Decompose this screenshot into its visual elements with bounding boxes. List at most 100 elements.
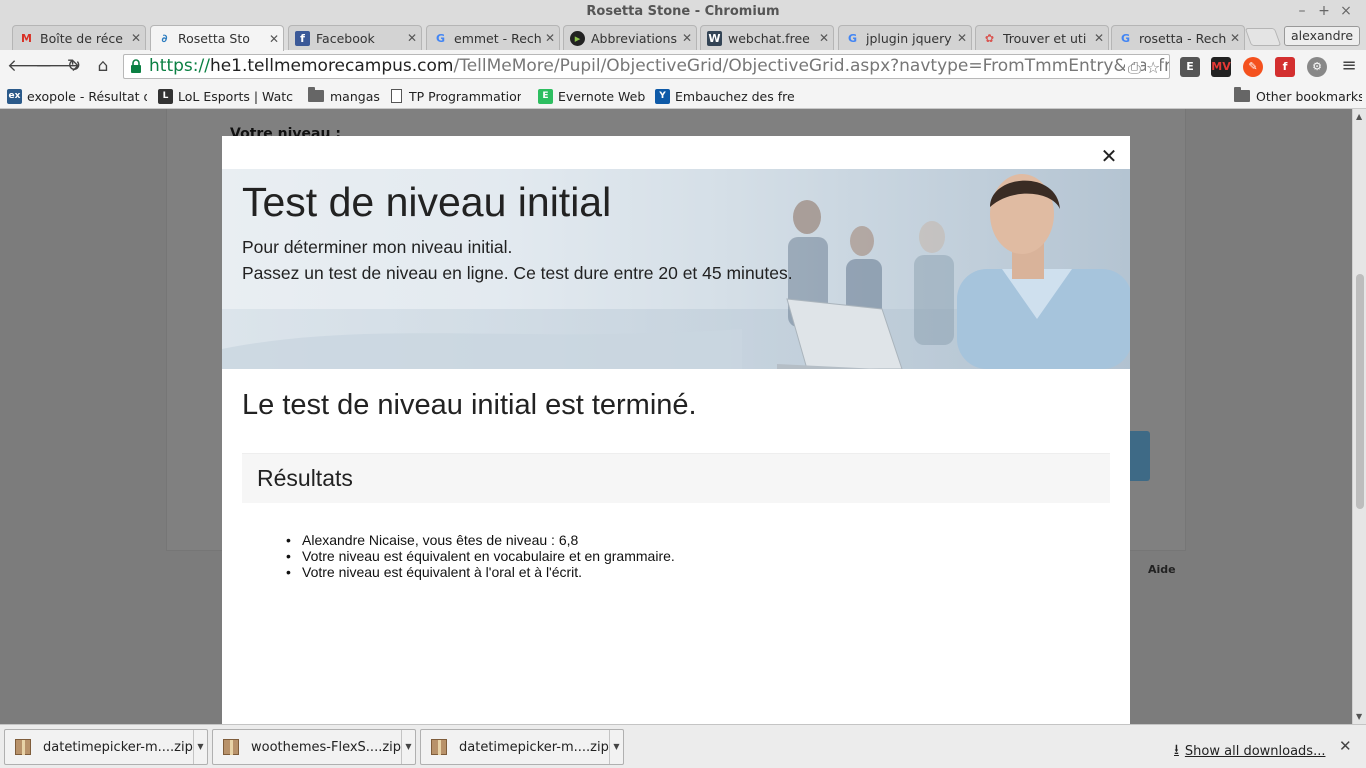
url-host: he1.tellmemorecampus.com xyxy=(209,56,454,76)
tab-close-icon[interactable]: ✕ xyxy=(953,31,971,45)
browser-toolbar: 🡐 🡒 ↻ ⌂ https://he1.tellmemorecampus.com… xyxy=(0,50,1366,83)
bookmark-tp-programmation[interactable]: TP Programmation xyxy=(391,86,521,106)
downloads-close-icon[interactable]: ✕ xyxy=(1339,737,1352,755)
maximize-button[interactable]: + xyxy=(1316,3,1332,19)
bookmark-freelance[interactable]: Y Embauchez des fre xyxy=(655,86,795,106)
reload-icon[interactable]: ↻ xyxy=(64,56,84,76)
bookmark-evernote[interactable]: E Evernote Web xyxy=(538,86,646,106)
tab-close-icon[interactable]: ✕ xyxy=(678,31,696,45)
webchat-icon: W xyxy=(707,30,722,46)
tab-label: jplugin jquery xyxy=(866,30,952,46)
download-menu-icon[interactable]: ▼ xyxy=(193,730,207,764)
forward-icon[interactable]: 🡒 xyxy=(35,56,81,76)
download-menu-icon[interactable]: ▼ xyxy=(609,730,623,764)
download-menu-icon[interactable]: ▼ xyxy=(401,730,415,764)
result-item: Alexandre Nicaise, vous êtes de niveau :… xyxy=(286,532,675,548)
flash-extension-icon[interactable]: f xyxy=(1275,57,1295,77)
results-header: Résultats xyxy=(242,453,1110,503)
tab-trouver[interactable]: ✿ Trouver et uti ✕ xyxy=(975,25,1109,50)
window-close-button[interactable]: × xyxy=(1338,3,1354,19)
tab-close-icon[interactable]: ✕ xyxy=(1090,31,1108,45)
address-bar[interactable]: https://he1.tellmemorecampus.com/TellMeM… xyxy=(123,54,1170,79)
url-text: https://he1.tellmemorecampus.com/TellMeM… xyxy=(149,55,1169,78)
tab-close-icon[interactable]: ✕ xyxy=(541,31,559,45)
tab-jplugin-search[interactable]: G jplugin jquery ✕ xyxy=(838,25,972,50)
download-item[interactable]: datetimepicker-m....zip ▼ xyxy=(420,729,624,765)
exopole-icon: ex xyxy=(7,88,22,104)
url-scheme: https:// xyxy=(149,56,210,76)
tab-label: Trouver et uti xyxy=(1003,30,1087,46)
tab-emmet-search[interactable]: G emmet - Rech ✕ xyxy=(426,25,560,50)
bookmark-label: Embauchez des fre xyxy=(675,88,795,104)
modal-close-button[interactable]: ✕ xyxy=(1099,146,1119,166)
profile-button[interactable]: alexandre xyxy=(1284,26,1361,46)
google-icon: G xyxy=(847,31,858,45)
bookmark-star-icon[interactable]: ☆ xyxy=(1146,56,1161,78)
facebook-icon: f xyxy=(295,30,310,46)
tab-gmail[interactable]: M Boîte de réce ✕ xyxy=(12,25,146,50)
new-tab-button[interactable] xyxy=(1244,28,1282,46)
download-arrow-icon: ⭳ xyxy=(1174,742,1179,758)
tab-facebook[interactable]: f Facebook ✕ xyxy=(288,25,422,50)
back-icon[interactable]: 🡐 xyxy=(7,56,53,76)
tab-webchat[interactable]: W webchat.free ✕ xyxy=(700,25,834,50)
bookmarks-bar: ex exopole - Résultat d L LoL Esports | … xyxy=(0,83,1366,109)
page-scrollbar[interactable]: ▲ ▼ xyxy=(1352,109,1366,724)
bookmark-label: LoL Esports | Watc xyxy=(178,88,293,104)
tab-label: Boîte de réce xyxy=(40,30,123,46)
other-bookmarks-label: Other bookmarks xyxy=(1256,88,1362,104)
archive-icon xyxy=(223,739,239,755)
level-test-modal: ✕ Test de niveau initial Pour déterminer… xyxy=(222,136,1130,724)
bookmark-exopole[interactable]: ex exopole - Résultat d xyxy=(7,86,147,106)
scroll-up-icon[interactable]: ▲ xyxy=(1356,112,1362,121)
freelance-icon: Y xyxy=(655,88,670,104)
downloads-bar: datetimepicker-m....zip ▼ woothemes-Flex… xyxy=(0,724,1366,768)
gmail-icon: M xyxy=(21,31,32,45)
home-icon[interactable]: ⌂ xyxy=(93,56,113,76)
tab-close-icon[interactable]: ✕ xyxy=(1226,31,1244,45)
google-icon: G xyxy=(435,31,446,45)
tab-close-icon[interactable]: ✕ xyxy=(127,31,145,45)
tab-close-icon[interactable]: ✕ xyxy=(815,31,833,45)
tab-rosetta-search[interactable]: G rosetta - Rech ✕ xyxy=(1111,25,1245,50)
folder-icon xyxy=(308,87,324,102)
tab-close-icon[interactable]: ✕ xyxy=(265,32,283,46)
tab-abbreviations[interactable]: ▸ Abbreviations ✕ xyxy=(563,25,697,50)
download-filename: woothemes-FlexS....zip xyxy=(251,739,401,755)
download-item[interactable]: woothemes-FlexS....zip ▼ xyxy=(212,729,416,765)
tab-label: rosetta - Rech xyxy=(1139,30,1226,46)
chrome-menu-icon[interactable]: ≡ xyxy=(1339,56,1359,76)
archive-icon xyxy=(431,739,447,755)
tab-close-icon[interactable]: ✕ xyxy=(403,31,421,45)
scroll-down-icon[interactable]: ▼ xyxy=(1356,712,1362,721)
tab-strip: M Boîte de réce ✕ ∂ Rosetta Sto ✕ f Face… xyxy=(0,24,1366,51)
google-icon: G xyxy=(1120,31,1131,45)
bookmark-folder-mangas[interactable]: mangas xyxy=(308,86,383,106)
mv-extension-icon[interactable]: MV xyxy=(1211,57,1231,77)
results-heading: Résultats xyxy=(257,465,353,491)
settings-extension-icon[interactable]: ⚙ xyxy=(1307,57,1327,77)
bookmark-lol-esports[interactable]: L LoL Esports | Watc xyxy=(158,86,293,106)
minimize-button[interactable]: – xyxy=(1294,3,1310,19)
page-icon xyxy=(391,89,402,103)
lock-icon xyxy=(131,59,141,73)
download-filename: datetimepicker-m....zip xyxy=(459,739,609,755)
bookmark-label: TP Programmation xyxy=(409,88,521,104)
evernote-extension-icon[interactable]: E xyxy=(1180,57,1200,77)
postman-extension-icon[interactable]: ✎ xyxy=(1243,57,1263,77)
scrollbar-thumb[interactable] xyxy=(1356,274,1364,509)
translate-icon[interactable]: ⎙ xyxy=(1125,56,1141,78)
other-bookmarks-folder[interactable]: Other bookmarks xyxy=(1234,86,1362,106)
help-link[interactable]: Aide xyxy=(1148,563,1176,576)
bookmark-label: Evernote Web xyxy=(558,88,646,104)
gear-red-icon: ✿ xyxy=(984,31,995,45)
tab-rosetta-stone[interactable]: ∂ Rosetta Sto ✕ xyxy=(150,25,284,51)
evernote-icon: E xyxy=(538,88,553,104)
modal-banner: Test de niveau initial Pour déterminer m… xyxy=(222,169,1130,369)
show-all-label: Show all downloads... xyxy=(1184,743,1326,759)
modal-subtitle-1: Pour déterminer mon niveau initial. xyxy=(242,237,513,257)
window-title: Rosetta Stone - Chromium xyxy=(586,4,780,19)
download-item[interactable]: datetimepicker-m....zip ▼ xyxy=(4,729,208,765)
show-all-downloads-link[interactable]: ⭳ Show all downloads... xyxy=(1174,739,1325,763)
rosetta-icon: ∂ xyxy=(161,32,168,45)
